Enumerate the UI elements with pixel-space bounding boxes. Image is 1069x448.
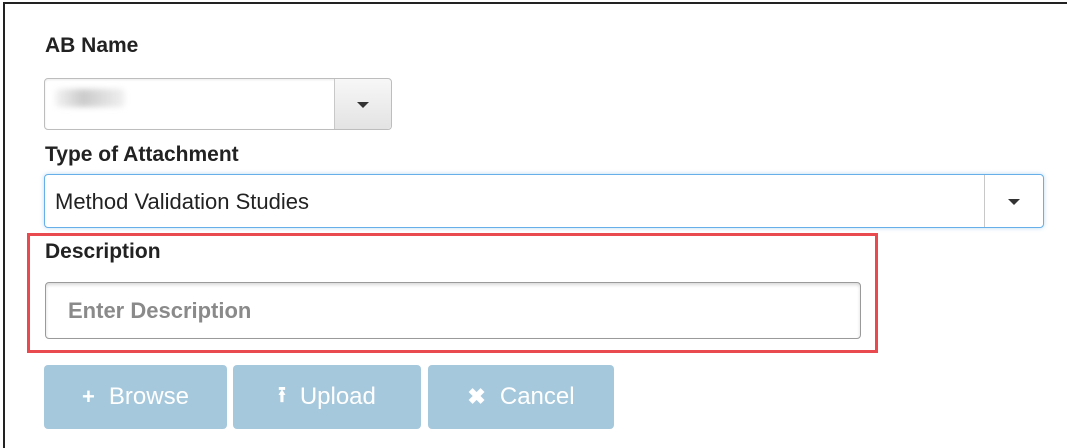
- plus-icon: +: [82, 384, 95, 409]
- upload-button-label: Upload: [299, 383, 376, 410]
- browse-button-label: Browse: [108, 383, 189, 410]
- caret-down-icon: [357, 102, 369, 108]
- description-label: Description: [45, 240, 161, 263]
- cancel-button[interactable]: ✖ Cancel: [428, 365, 614, 429]
- ab-name-label: AB Name: [45, 34, 139, 57]
- caret-down-icon: [1008, 199, 1020, 205]
- close-icon: ✖: [467, 384, 486, 409]
- attachment-type-label: Type of Attachment: [45, 143, 239, 166]
- cancel-button-label: Cancel: [499, 383, 575, 410]
- attachment-type-dropdown-button[interactable]: [984, 175, 1043, 227]
- ab-name-select[interactable]: [44, 78, 392, 130]
- ab-name-value-redacted: [55, 89, 125, 107]
- attachment-type-value: Method Validation Studies: [55, 189, 309, 214]
- browse-button[interactable]: + Browse: [44, 365, 227, 429]
- ab-name-dropdown-button[interactable]: [334, 79, 391, 129]
- description-input[interactable]: [45, 282, 861, 339]
- upload-button[interactable]: ⭱ Upload: [233, 365, 421, 429]
- upload-icon: ⭱: [278, 382, 286, 407]
- attachment-type-select[interactable]: Method Validation Studies: [44, 174, 1044, 228]
